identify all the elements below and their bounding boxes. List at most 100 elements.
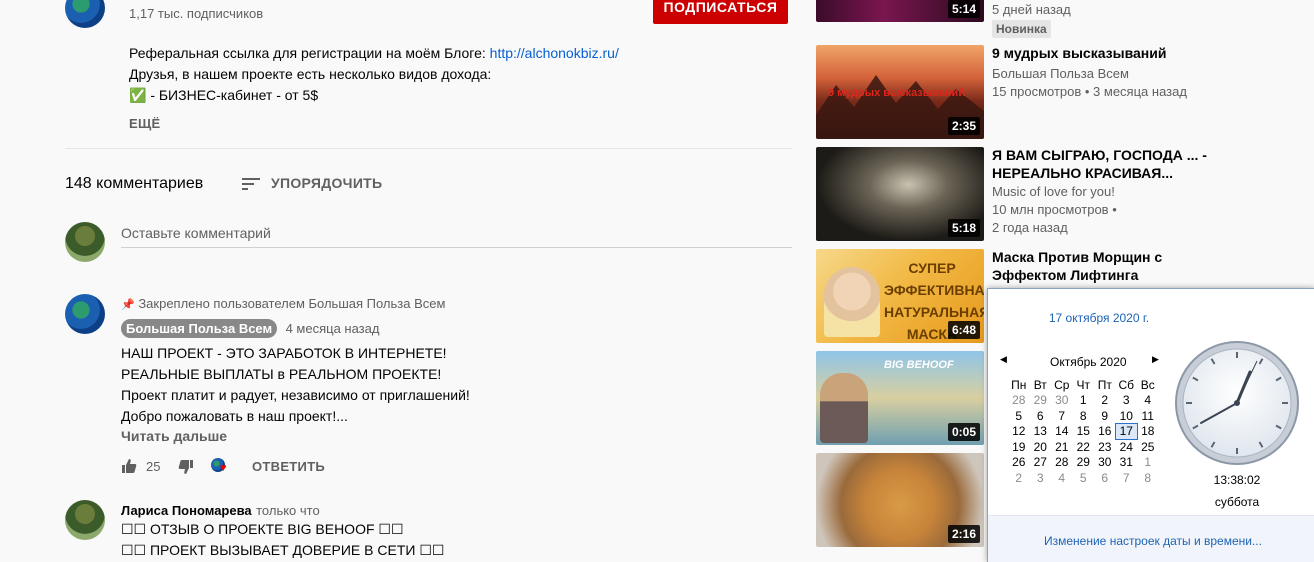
- description-line: ✅ - БИЗНЕС-кабинет - от 5$: [129, 87, 319, 103]
- video-meta: 10 млн просмотров •: [992, 202, 1117, 217]
- calendar-day[interactable]: 30: [1051, 393, 1073, 409]
- video-thumbnail[interactable]: СУПЕР ЭФФЕКТИВНАЯ НАТУРАЛЬНАЯ МАСКА 6:48: [816, 249, 984, 343]
- calendar-day[interactable]: 21: [1051, 439, 1073, 455]
- calendar-grid: Пн Вт Ср Чт Пт Сб Вс 28 29 30 1 2 3 4 5 6 7 8 9 10 11 12 13…: [1008, 377, 1159, 486]
- thumbnail-caption: BIG BEHOOF: [884, 359, 954, 371]
- calendar-day[interactable]: 30: [1094, 455, 1116, 471]
- comment-header: Большая Польза Всем 4 месяца назад: [121, 319, 380, 338]
- comment-text: НАШ ПРОЕКТ - ЭТО ЗАРАБОТОК В ИНТЕРНЕТЕ! …: [121, 345, 470, 424]
- video-title[interactable]: 9 мудрых высказываний: [992, 44, 1212, 62]
- calendar-day[interactable]: 31: [1116, 455, 1138, 471]
- week-row: 5 6 7 8 9 10 11: [1008, 408, 1159, 424]
- show-more-button[interactable]: ЕЩЁ: [129, 116, 161, 131]
- calendar-day[interactable]: 7: [1051, 408, 1073, 424]
- calendar-day[interactable]: 4: [1051, 470, 1073, 486]
- calendar-day[interactable]: 3: [1030, 470, 1052, 486]
- change-date-time-settings-link[interactable]: Изменение настроек даты и времени...: [988, 534, 1314, 548]
- calendar-day[interactable]: 1: [1137, 455, 1159, 471]
- calendar-day[interactable]: 26: [1008, 455, 1030, 471]
- calendar-day[interactable]: 18: [1137, 424, 1159, 440]
- channel-avatar[interactable]: [65, 0, 105, 28]
- calendar-day[interactable]: 28: [1008, 393, 1030, 409]
- calendar-day[interactable]: 23: [1094, 439, 1116, 455]
- calendar-day[interactable]: 20: [1030, 439, 1052, 455]
- calendar-day[interactable]: 8: [1073, 408, 1095, 424]
- video-channel[interactable]: Music of love for you!: [992, 183, 1115, 201]
- digital-time: 13:38:02: [1213, 473, 1261, 487]
- week-row: 19 20 21 22 23 24 25: [1008, 439, 1159, 455]
- video-meta: 5 дней назад: [992, 2, 1071, 17]
- calendar-day[interactable]: 24: [1116, 439, 1138, 455]
- calendar-day[interactable]: 22: [1073, 439, 1095, 455]
- video-thumbnail[interactable]: 2:16: [816, 453, 984, 547]
- calendar-day[interactable]: 19: [1008, 439, 1030, 455]
- week-row: 12 13 14 15 16 17 18: [1008, 422, 1159, 440]
- thumbnail-caption: 9 мудрых высказываний: [828, 87, 966, 99]
- calendar-day[interactable]: 4: [1137, 393, 1159, 409]
- calendar-day-today[interactable]: 17: [1114, 422, 1138, 440]
- calendar-day[interactable]: 27: [1030, 455, 1052, 471]
- prev-month-arrow[interactable]: ◀: [1000, 354, 1007, 365]
- calendar-day[interactable]: 13: [1030, 424, 1052, 440]
- woman-photo: [824, 267, 880, 337]
- referral-link[interactable]: http://alchonokbiz.ru/: [490, 45, 619, 61]
- dislike-icon[interactable]: [178, 459, 194, 475]
- calendar-day[interactable]: 29: [1030, 393, 1052, 409]
- calendar-day[interactable]: 14: [1051, 424, 1073, 440]
- calendar-day[interactable]: 25: [1137, 439, 1159, 455]
- day-name: суббота: [1214, 495, 1260, 509]
- calendar-day[interactable]: 15: [1073, 424, 1095, 440]
- video-title[interactable]: Я ВАМ СЫГРАЮ, ГОСПОДА ... - НЕРЕАЛЬНО КР…: [992, 146, 1212, 182]
- calendar-day[interactable]: 7: [1116, 470, 1138, 486]
- calendar-day[interactable]: 6: [1094, 470, 1116, 486]
- video-thumbnail[interactable]: BIG BEHOOF 0:05: [816, 351, 984, 445]
- calendar-day[interactable]: 1: [1073, 393, 1095, 409]
- comment-author-avatar[interactable]: [65, 294, 105, 334]
- like-count: 25: [146, 459, 161, 474]
- calendar-day[interactable]: 2: [1094, 393, 1116, 409]
- calendar-day[interactable]: 3: [1116, 393, 1138, 409]
- like-icon[interactable]: [121, 458, 137, 474]
- calendar-day[interactable]: 12: [1008, 424, 1030, 440]
- calendar-day[interactable]: 8: [1137, 470, 1159, 486]
- comment-count: 148 комментариев: [65, 175, 204, 192]
- video-thumbnail[interactable]: 5:14: [816, 0, 984, 22]
- week-row: 28 29 30 1 2 3 4: [1008, 393, 1159, 409]
- next-month-arrow[interactable]: ▶: [1152, 354, 1159, 365]
- subscribe-button[interactable]: ПОДПИСАТЬСЯ: [653, 0, 788, 24]
- read-more-button[interactable]: Читать дальше: [121, 428, 227, 444]
- calendar-day[interactable]: 2: [1008, 470, 1030, 486]
- calendar-day[interactable]: 28: [1051, 455, 1073, 471]
- calendar-day[interactable]: 10: [1116, 408, 1138, 424]
- comment-time[interactable]: только что: [256, 503, 320, 518]
- comment-author-avatar[interactable]: [65, 500, 105, 540]
- sort-icon: [242, 178, 260, 190]
- calendar-day[interactable]: 11: [1137, 408, 1159, 424]
- video-title[interactable]: Маска Против Морщин с Эффектом Лифтинга: [992, 248, 1212, 284]
- calendar-day[interactable]: 5: [1073, 470, 1095, 486]
- comment-input-underline: [121, 247, 792, 248]
- video-meta: 15 просмотров • 3 месяца назад: [992, 84, 1187, 99]
- comment-author[interactable]: Лариса Пономарева: [121, 503, 252, 518]
- video-channel[interactable]: Большая Польза Всем: [992, 65, 1129, 83]
- reply-button[interactable]: ОТВЕТИТЬ: [252, 459, 325, 474]
- description-line-link: Реферальная ссылка для регистрации на мо…: [129, 45, 619, 61]
- comment-author-chip[interactable]: Большая Польза Всем: [121, 319, 278, 338]
- comment-text: ☐☐ ОТЗЫВ О ПРОЕКТЕ BIG BEHOOF ☐☐ ☐☐ ПРОЕ…: [121, 521, 445, 558]
- video-thumbnail[interactable]: 9 мудрых высказываний 2:35: [816, 45, 984, 139]
- comment-header: Лариса Пономарева только что: [121, 502, 320, 520]
- subscriber-count: 1,17 тыс. подписчиков: [129, 6, 264, 21]
- calendar-day[interactable]: 29: [1073, 455, 1095, 471]
- comment-input[interactable]: Оставьте комментарий: [121, 225, 792, 247]
- comment-time[interactable]: 4 месяца назад: [286, 321, 380, 336]
- calendar-day[interactable]: 6: [1030, 408, 1052, 424]
- date-header-link[interactable]: 17 октября 2020 г.: [988, 311, 1210, 325]
- calendar-day[interactable]: 16: [1094, 424, 1116, 440]
- clock-popup: 17 октября 2020 г. ◀ Октябрь 2020 ▶ Пн Вт…: [987, 288, 1314, 562]
- video-thumbnail[interactable]: 5:18: [816, 147, 984, 241]
- calendar-day[interactable]: 5: [1008, 408, 1030, 424]
- month-label[interactable]: Октябрь 2020: [1050, 355, 1127, 369]
- sort-label: УПОРЯДОЧИТЬ: [271, 175, 383, 191]
- calendar-day[interactable]: 9: [1094, 408, 1116, 424]
- weekday-row: Пн Вт Ср Чт Пт Сб Вс: [1011, 377, 1155, 392]
